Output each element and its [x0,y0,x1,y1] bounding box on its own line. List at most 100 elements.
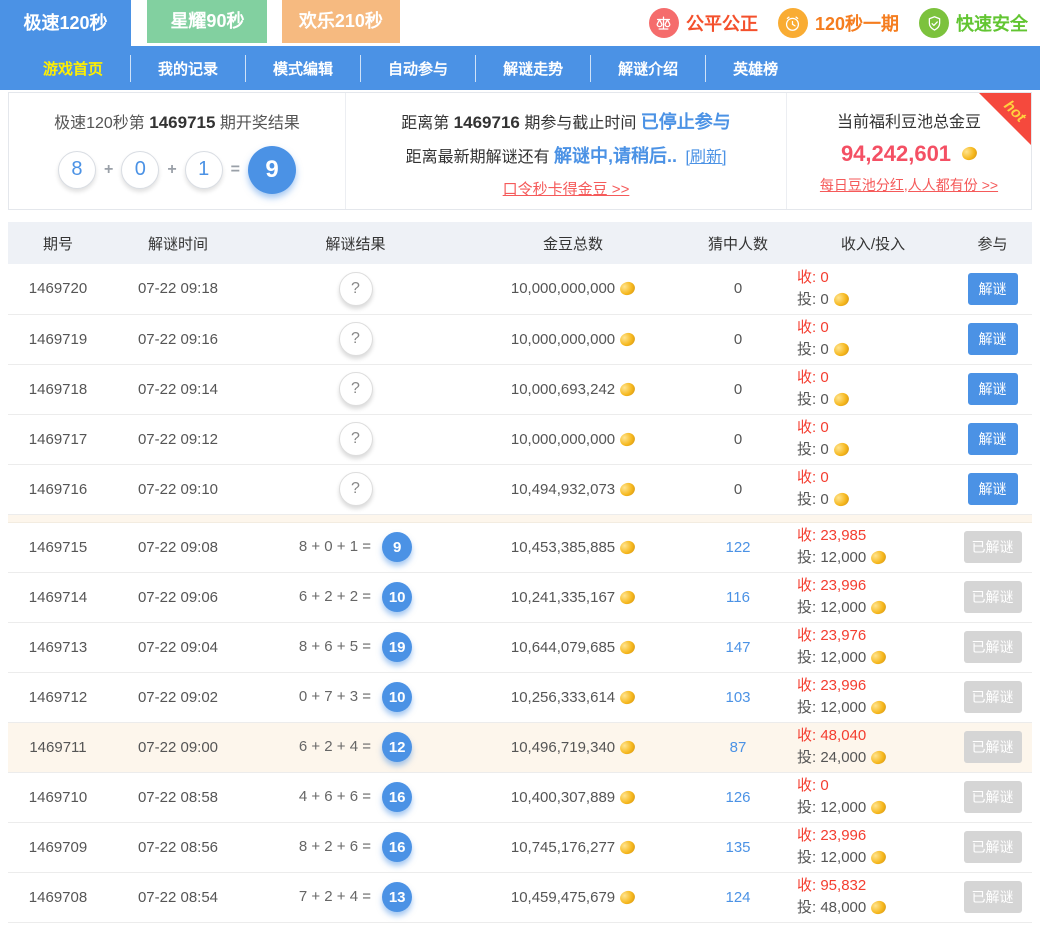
row-invest: 投: 12,000 [797,697,953,719]
row-income: 收: 23,976 [797,625,953,647]
row-guessed[interactable]: 126 [725,789,750,806]
row-time: 07-22 09:12 [138,431,218,448]
header-guessed: 猜中人数 [683,222,793,264]
invest-label: 投: [797,491,816,508]
info-panel: 极速120秒第 1469715 期开奖结果 8 + 0 + 1 = 9 距离第 … [8,92,1032,210]
row-guessed[interactable]: 122 [725,539,750,556]
nav-item-mode-edit[interactable]: 模式编辑 [246,55,361,82]
row-result-circle: 10 [382,582,412,612]
join-button[interactable]: 解谜 [968,423,1018,455]
row-time: 07-22 09:00 [138,739,218,756]
game-tabs-bar: 极速120秒 星耀90秒 欢乐210秒 公平公正 120秒一期 [0,0,1040,46]
row-guessed: 0 [734,431,742,448]
nav-item-auto-join[interactable]: 自动参与 [361,55,476,82]
badge-fairness: 公平公正 [649,8,758,38]
row-result-circle: 10 [382,682,412,712]
row-total: 10,459,475,679 [511,889,615,906]
coin-icon [832,291,850,308]
coin-icon [870,849,888,866]
solved-result: 8 + 0 + 1 = 9 [299,538,412,555]
row-period: 1469715 [29,539,87,556]
row-period: 1469714 [29,589,87,606]
equals-sign: = [231,161,240,179]
results-table: 期号 解谜时间 解谜结果 金豆总数 猜中人数 收入/投入 参与 1469720 … [8,222,1032,923]
income-label: 收: [797,677,816,694]
row-invest: 投: 0 [797,339,953,361]
row-period: 1469710 [29,789,87,806]
income-label: 收: [797,369,816,386]
row-period: 1469708 [29,889,87,906]
table-row: 1469709 07-22 08:56 8 + 2 + 6 = 16 10,74… [8,822,1032,872]
row-guessed[interactable]: 135 [725,839,750,856]
row-income: 收: 0 [797,417,953,439]
tab-happy-210s[interactable]: 欢乐210秒 [282,0,400,43]
join-button[interactable]: 解谜 [968,373,1018,405]
income-value: 0 [820,777,828,794]
nav-item-my-records[interactable]: 我的记录 [131,55,246,82]
table-row: 1469712 07-22 09:02 0 + 7 + 3 = 10 10,25… [8,672,1032,722]
income-label: 收: [797,727,816,744]
draw-number-1: 8 [58,151,96,189]
tab-speed-120s[interactable]: 极速120秒 [0,0,131,46]
next-period-number: 1469716 [454,113,520,132]
row-invest: 投: 0 [797,439,953,461]
row-time: 07-22 08:54 [138,889,218,906]
tab-star-90s[interactable]: 星耀90秒 [147,0,267,43]
join-button[interactable]: 解谜 [968,323,1018,355]
coin-icon [870,899,888,916]
row-invest: 投: 0 [797,489,953,511]
row-total: 10,496,719,340 [511,739,615,756]
row-formula: 8 + 6 + 5 = [299,638,375,655]
nav-item-intro[interactable]: 解谜介绍 [591,55,706,82]
income-label: 收: [797,269,816,286]
nav-item-heroes[interactable]: 英雄榜 [706,55,805,82]
solve-status: 解谜中,请稍后.. [554,146,677,166]
refresh-link[interactable]: [刷新] [686,149,727,166]
shield-icon [919,8,949,38]
join-button[interactable]: 解谜 [968,273,1018,305]
nav-item-trend[interactable]: 解谜走势 [476,55,591,82]
row-guessed[interactable]: 87 [730,739,747,756]
row-guessed[interactable]: 124 [725,889,750,906]
unknown-result: ? [339,422,373,456]
row-time: 07-22 09:14 [138,381,218,398]
coin-icon [618,280,636,297]
coin-icon [870,699,888,716]
promo-link[interactable]: 口令秒卡得金豆 >> [503,178,630,199]
nav-item-home[interactable]: 游戏首页 [16,55,131,82]
row-guessed: 0 [734,280,742,297]
plus-sign: + [104,161,113,179]
invest-value: 0 [820,441,828,458]
income-value: 95,832 [820,877,866,894]
badge-period: 120秒一期 [778,8,899,38]
income-value: 23,996 [820,827,866,844]
dividend-link[interactable]: 每日豆池分红,人人都有份 >> [820,175,998,195]
table-row: 1469710 07-22 08:58 4 + 6 + 6 = 16 10,40… [8,772,1032,822]
row-total: 10,644,079,685 [511,639,615,656]
row-period: 1469713 [29,639,87,656]
invest-value: 12,000 [820,549,866,566]
row-period: 1469716 [29,481,87,498]
invest-value: 0 [820,291,828,308]
badge-safety: 快速安全 [919,8,1028,38]
draw-number-2: 0 [121,151,159,189]
coin-icon [618,689,636,706]
row-income: 收: 0 [797,775,953,797]
coin-icon [618,889,636,906]
row-total: 10,453,385,885 [511,539,615,556]
income-value: 0 [820,369,828,386]
solved-badge: 已解谜 [964,831,1022,863]
table-header-row: 期号 解谜时间 解谜结果 金豆总数 猜中人数 收入/投入 参与 [8,222,1032,264]
row-guessed[interactable]: 147 [725,639,750,656]
row-guessed[interactable]: 103 [725,689,750,706]
solved-badge: 已解谜 [964,781,1022,813]
row-income: 收: 0 [797,317,953,339]
solved-badge: 已解谜 [964,881,1022,913]
row-period: 1469709 [29,839,87,856]
join-button[interactable]: 解谜 [968,473,1018,505]
row-guessed[interactable]: 116 [726,589,750,606]
solved-badge: 已解谜 [964,631,1022,663]
row-total: 10,256,333,614 [511,689,615,706]
join-deadline-line: 距离第 1469716 期参与截止时间 已停止参与 [401,108,731,134]
row-income: 收: 0 [797,367,953,389]
